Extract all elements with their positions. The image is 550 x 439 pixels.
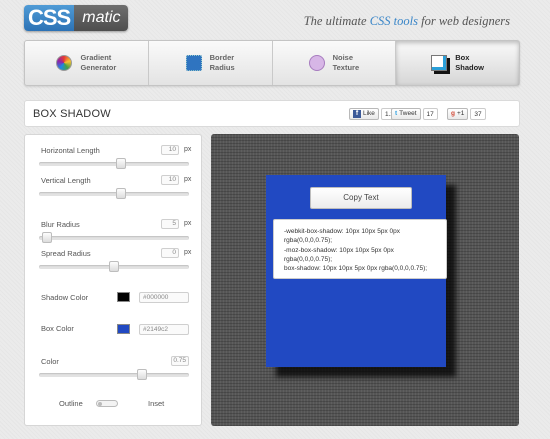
tagline: The ultimate CSS tools for web designers: [303, 14, 510, 28]
facebook-icon: f: [353, 109, 361, 118]
preview-area: Copy Text -webkit-box-shadow: 10px 10px …: [211, 134, 519, 426]
google-plus-button[interactable]: g +1: [447, 107, 469, 120]
slider-thumb[interactable]: [116, 188, 126, 199]
box-color-label: Box Color: [41, 324, 74, 333]
outline-label: Outline: [59, 399, 83, 408]
noise-icon: [308, 55, 325, 71]
shadow-color-swatch[interactable]: [117, 292, 130, 302]
code-line: -moz-box-shadow: 10px 10px 5px 0px: [284, 246, 394, 254]
slider-thumb[interactable]: [109, 261, 119, 272]
page-title: BOX SHADOW: [33, 108, 111, 120]
box-color-swatch[interactable]: [117, 324, 130, 334]
twitter-tweet: t Tweet 17: [391, 107, 438, 120]
shadow-color-label: Shadow Color: [41, 293, 89, 302]
tab-box-shadow[interactable]: Box Shadow: [396, 41, 519, 85]
blur-radius-unit: px: [184, 220, 192, 227]
tab-label-line2: Radius: [209, 63, 235, 72]
gradient-icon: [56, 55, 73, 71]
copy-text-button[interactable]: Copy Text: [310, 187, 412, 209]
blur-radius-label: Blur Radius: [41, 220, 80, 229]
tab-gradient-generator[interactable]: Gradient Generator: [25, 41, 149, 85]
blur-radius-slider[interactable]: [39, 232, 189, 243]
code-line: rgba(0,0,0,0.75);: [284, 237, 333, 245]
outline-inset-toggle[interactable]: [96, 400, 118, 407]
vertical-length-input[interactable]: 10: [161, 175, 179, 185]
shadow-color-hex-input[interactable]: #000000: [139, 292, 189, 303]
horizontal-length-label: Horizontal Length: [41, 146, 100, 155]
opacity-input[interactable]: 0.75: [171, 356, 189, 366]
spread-radius-input[interactable]: 0: [161, 248, 179, 258]
shadow-preview-box: Copy Text -webkit-box-shadow: 10px 10px …: [266, 175, 447, 367]
code-line: box-shadow: 10px 10px 5px 0px rgba(0,0,0…: [284, 265, 428, 273]
tweet-button[interactable]: t Tweet: [391, 107, 421, 120]
toggle-knob: [98, 402, 102, 406]
box-shadow-icon: [431, 55, 448, 71]
spread-radius-unit: px: [184, 249, 192, 256]
slider-thumb[interactable]: [116, 158, 126, 169]
css-code-output[interactable]: -webkit-box-shadow: 10px 10px 5px 0px rg…: [273, 219, 447, 279]
tab-label-line2: Generator: [80, 63, 117, 72]
tab-label-line1: Box: [455, 53, 470, 62]
cssmatic-logo[interactable]: CSS matic: [24, 5, 129, 31]
tab-label-line2: Texture: [332, 63, 360, 72]
border-radius-icon: [185, 55, 202, 71]
spread-radius-slider[interactable]: [39, 261, 189, 272]
horizontal-length-input[interactable]: 10: [161, 145, 179, 155]
blur-radius-input[interactable]: 5: [161, 219, 179, 229]
box-color-hex-input[interactable]: #2149c2: [139, 324, 189, 335]
code-line: -webkit-box-shadow: 10px 10px 5px 0px: [284, 228, 400, 235]
tab-noise-texture[interactable]: Noise Texture: [273, 41, 397, 85]
logo-matic-text: matic: [74, 5, 129, 31]
inset-label: Inset: [148, 399, 165, 408]
spread-radius-label: Spread Radius: [41, 249, 91, 258]
facebook-like-button[interactable]: f Like: [349, 107, 379, 120]
opacity-label: Color: [41, 357, 59, 366]
tab-label-line1: Noise: [332, 53, 354, 62]
google-plus-count: 37: [470, 107, 486, 120]
slider-thumb[interactable]: [41, 232, 52, 243]
tool-tabs: Gradient Generator Border Radius Noise Text…: [24, 40, 520, 86]
tab-label-line2: Shadow: [455, 63, 484, 72]
vertical-length-label: Vertical Length: [41, 176, 91, 185]
opacity-slider[interactable]: [39, 369, 189, 380]
slider-thumb[interactable]: [137, 369, 147, 380]
section-title-bar: BOX SHADOW fLike 1.2k tTweet 17 g+1 37: [24, 100, 520, 127]
google-plus-icon: g: [451, 109, 455, 117]
code-line: rgba(0,0,0,0.75);: [284, 255, 333, 263]
vertical-length-unit: px: [184, 176, 192, 183]
logo-css-text: CSS: [24, 5, 75, 31]
tweet-count: 17: [422, 107, 438, 120]
vertical-length-slider[interactable]: [39, 188, 189, 199]
controls-panel: Horizontal Length 10 px Vertical Length …: [24, 134, 202, 426]
tab-label-line1: Gradient: [80, 53, 112, 62]
tab-label-line1: Border: [209, 53, 235, 62]
horizontal-length-unit: px: [184, 146, 192, 153]
horizontal-length-slider[interactable]: [39, 158, 189, 169]
twitter-icon: t: [395, 109, 398, 117]
tab-border-radius[interactable]: Border Radius: [149, 41, 273, 85]
google-plus: g +1 37: [447, 107, 486, 120]
